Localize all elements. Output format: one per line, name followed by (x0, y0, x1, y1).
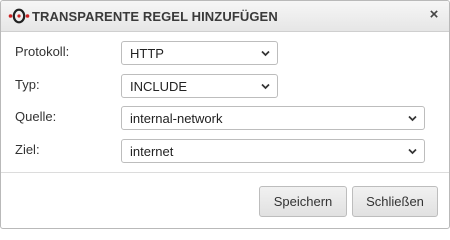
form-row-protocol: Protokoll: HTTP (1, 41, 449, 65)
close-x-icon[interactable]: × (427, 7, 441, 23)
protocol-value: HTTP (130, 46, 164, 61)
dialog-titlebar: TRANSPARENTE REGEL HINZUFÜGEN × (1, 1, 449, 32)
protocol-label: Protokoll: (15, 44, 70, 59)
type-label: Typ: (15, 77, 40, 92)
form-row-source: Quelle: internal-network (1, 106, 449, 130)
save-button[interactable]: Speichern (259, 186, 347, 217)
dialog-title: TRANSPARENTE REGEL HINZUFÜGEN (32, 9, 278, 24)
type-select[interactable]: INCLUDE (121, 74, 278, 98)
source-label: Quelle: (15, 109, 57, 124)
chevron-down-icon (408, 148, 417, 155)
chevron-down-icon (261, 83, 270, 90)
footer-divider (1, 172, 449, 173)
chevron-down-icon (261, 50, 270, 57)
close-button[interactable]: Schließen (352, 186, 438, 217)
form-row-destination: Ziel: internet (1, 139, 449, 163)
type-value: INCLUDE (130, 79, 188, 94)
destination-label: Ziel: (15, 142, 40, 157)
source-select[interactable]: internal-network (121, 106, 425, 130)
securepoint-logo-icon (8, 8, 30, 24)
destination-value: internet (130, 144, 174, 159)
protocol-select[interactable]: HTTP (121, 41, 278, 65)
form-row-type: Typ: INCLUDE (1, 74, 449, 98)
source-value: internal-network (130, 111, 223, 126)
chevron-down-icon (408, 115, 417, 122)
add-transparent-rule-dialog: TRANSPARENTE REGEL HINZUFÜGEN × Protokol… (0, 0, 450, 229)
destination-select[interactable]: internet (121, 139, 425, 163)
